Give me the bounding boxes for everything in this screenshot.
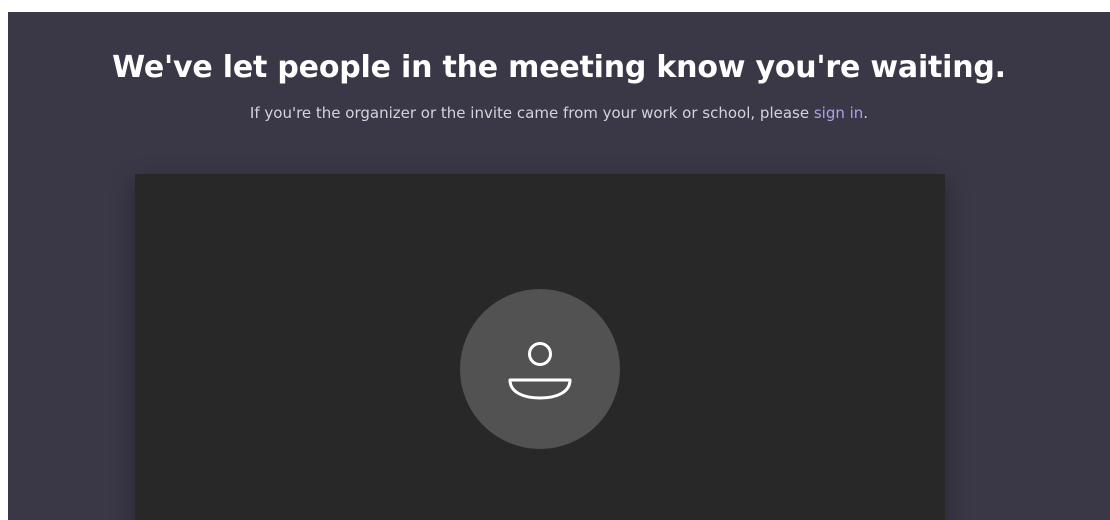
sign-in-prompt: If you're the organizer or the invite ca… — [8, 104, 1110, 122]
sign-in-prompt-text: If you're the organizer or the invite ca… — [249, 104, 814, 122]
avatar — [460, 289, 620, 449]
video-preview — [135, 174, 945, 520]
person-icon — [508, 342, 572, 400]
sign-in-prompt-period: . — [863, 104, 869, 122]
page-title: We've let people in the meeting know you… — [112, 50, 1006, 85]
sign-in-link[interactable]: sign in — [814, 104, 863, 122]
lobby-screen: We've let people in the meeting know you… — [8, 12, 1110, 520]
